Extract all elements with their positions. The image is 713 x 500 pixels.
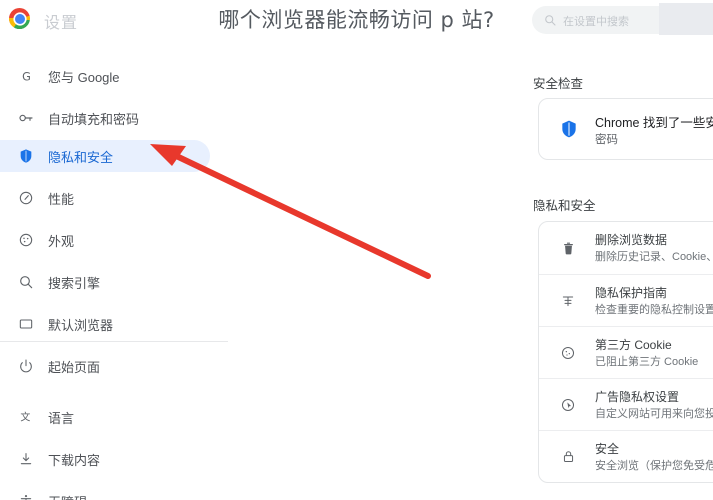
svg-text:文: 文 <box>20 410 30 423</box>
sidebar-item-label: 下载内容 <box>48 452 101 468</box>
setting-row-subtitle: 删除历史记录、Cookie、 <box>595 251 713 263</box>
sidebar-divider <box>0 341 228 342</box>
setting-row-ad-privacy[interactable]: 广告隐私权设置 自定义网站可用来向您投 <box>539 378 713 430</box>
sidebar-item-label: 自动填充和密码 <box>48 111 140 127</box>
setting-row-third-party-cookies[interactable]: 第三方 Cookie 已阻止第三方 Cookie <box>539 326 713 378</box>
sidebar-item-label: 无障碍 <box>48 492 87 500</box>
sidebar-item-languages[interactable]: 文 语言 <box>0 401 210 433</box>
sidebar-item-you-and-google[interactable]: G 您与 Google <box>0 60 210 92</box>
magnifier-icon <box>17 273 35 291</box>
settings-sidebar: G 您与 Google 自动填充和密码 隐私和安全 性能 外观 搜索引擎 默认浏… <box>0 43 240 500</box>
sidebar-item-autofill-passwords[interactable]: 自动填充和密码 <box>0 102 210 134</box>
setting-row-subtitle: 自定义网站可用来向您投 <box>595 408 713 420</box>
sidebar-item-appearance[interactable]: 外观 <box>0 224 210 256</box>
setting-row-title: 广告隐私权设置 <box>595 390 680 404</box>
shield-blue-icon <box>559 119 579 139</box>
sidebar-item-label: 外观 <box>48 233 75 249</box>
sidebar-item-privacy-security[interactable]: 隐私和安全 <box>0 140 210 172</box>
key-icon <box>17 109 35 127</box>
setting-row-title: 安全 <box>595 442 620 456</box>
power-icon <box>17 357 35 375</box>
cookie-icon <box>559 344 577 362</box>
section-heading-privacy-security: 隐私和安全 <box>533 199 596 213</box>
palette-icon <box>17 231 35 249</box>
sidebar-item-performance[interactable]: 性能 <box>0 182 210 214</box>
sidebar-item-search-engine[interactable]: 搜索引擎 <box>0 266 210 298</box>
setting-row-title: 隐私保护指南 <box>595 286 668 300</box>
sidebar-item-label: 搜索引擎 <box>48 275 101 291</box>
sidebar-item-label: 性能 <box>48 191 75 207</box>
setting-row-title: 删除浏览数据 <box>595 233 668 247</box>
trash-icon <box>559 239 577 257</box>
setting-row-title: 第三方 Cookie <box>595 338 672 352</box>
sidebar-item-accessibility[interactable]: 无障碍 <box>0 485 210 500</box>
setting-row-delete-browsing-data[interactable]: 删除浏览数据 删除历史记录、Cookie、 <box>539 222 713 274</box>
sidebar-item-downloads[interactable]: 下载内容 <box>0 443 210 475</box>
safety-check-card[interactable]: Chrome 找到了一些安全建 密码 <box>538 98 713 160</box>
speedometer-icon <box>17 189 35 207</box>
setting-row-subtitle: 已阻止第三方 Cookie <box>595 356 699 368</box>
sidebar-item-label: 隐私和安全 <box>48 149 114 165</box>
sidebar-item-on-startup[interactable]: 起始页面 <box>0 350 210 382</box>
sidebar-item-label: 语言 <box>48 410 75 426</box>
google-g-icon: G <box>17 67 35 85</box>
section-heading-safety-check: 安全检查 <box>533 77 584 91</box>
sidebar-item-label: 您与 Google <box>48 69 120 85</box>
accessibility-icon <box>17 492 35 500</box>
window-icon <box>17 315 35 333</box>
sidebar-item-default-browser[interactable]: 默认浏览器 <box>0 308 210 340</box>
download-icon <box>17 450 35 468</box>
setting-row-security[interactable]: 安全 安全浏览（保护您免受危 <box>539 430 713 482</box>
settings-content-panel: 安全检查 Chrome 找到了一些安全建 密码 隐私和安全 <box>500 43 713 500</box>
sidebar-item-label: 默认浏览器 <box>48 317 114 333</box>
overlay-headline: 哪个浏览器能流畅访问 p 站? <box>218 8 495 32</box>
setting-row-subtitle: 安全浏览（保护您免受危 <box>595 460 713 472</box>
svg-text:G: G <box>22 70 31 83</box>
sidebar-item-label: 起始页面 <box>48 359 101 375</box>
guide-icon <box>559 292 577 310</box>
lock-icon <box>559 448 577 466</box>
settings-screen: 设置 在设置中搜索 G 您与 Google 自动填充和密码 隐私和安全 性能 外… <box>0 0 713 500</box>
shield-icon <box>17 147 35 165</box>
safety-check-title: Chrome 找到了一些安全建 <box>595 116 713 130</box>
privacy-security-card: 删除浏览数据 删除历史记录、Cookie、 隐私保护指南 检查重要的隐私控制设置 <box>538 221 713 483</box>
ad-privacy-icon <box>559 396 577 414</box>
safety-check-subtitle: 密码 <box>595 134 618 146</box>
translate-icon: 文 <box>17 408 35 426</box>
setting-row-privacy-guide[interactable]: 隐私保护指南 检查重要的隐私控制设置 <box>539 274 713 326</box>
setting-row-subtitle: 检查重要的隐私控制设置 <box>595 304 713 316</box>
